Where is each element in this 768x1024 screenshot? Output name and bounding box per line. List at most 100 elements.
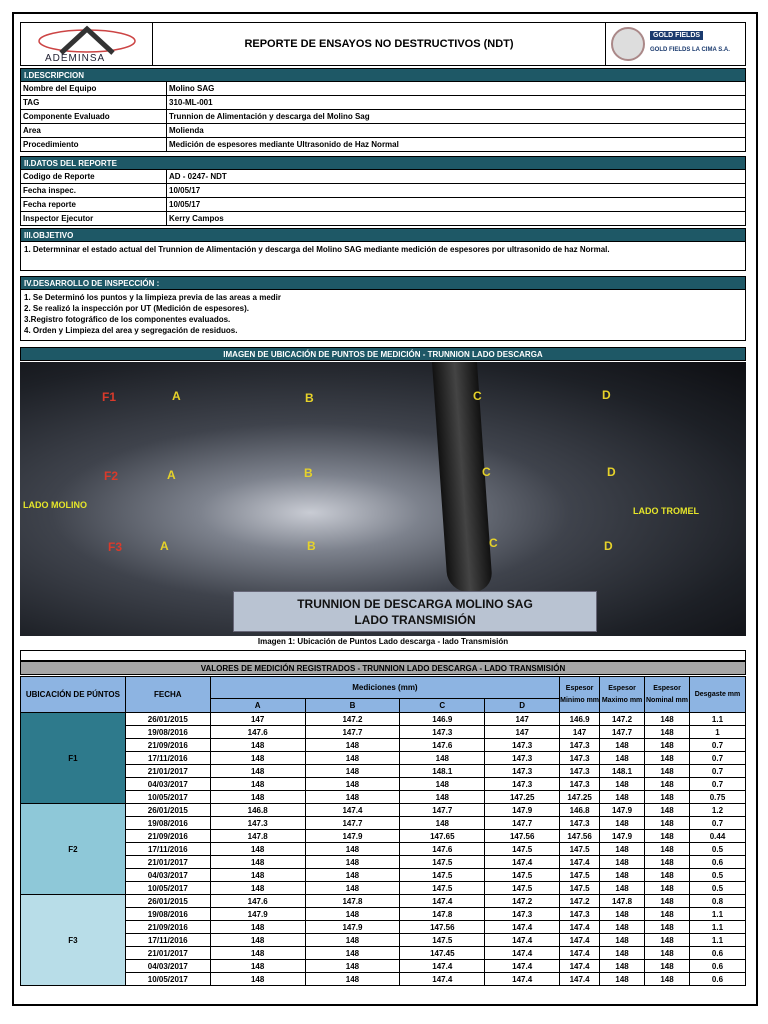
field-label: Fecha reporte <box>21 198 167 211</box>
point-b: B <box>307 539 316 553</box>
location-cell: F1 <box>20 712 126 804</box>
table-cell: 148 <box>599 907 646 921</box>
table-cell: 147.7 <box>304 725 401 739</box>
table-cell: 148 <box>304 959 401 973</box>
table-cell: 147.8 <box>304 894 401 908</box>
point-d: D <box>602 388 611 402</box>
table-cell: 147.6 <box>209 894 306 908</box>
table-cell: 19/08/2016 <box>124 816 211 830</box>
row-label-f3: F3 <box>108 540 123 554</box>
table-cell: 21/09/2016 <box>124 920 211 934</box>
table-cell: 148 <box>644 959 690 973</box>
field-value: 10/05/17 <box>169 200 201 209</box>
table-row: 21/01/2017 148 148 147.5 147.4 147.4 148 148 0.6 <box>21 855 747 869</box>
table-cell: 19/08/2016 <box>124 725 211 739</box>
table-row: F2 26/01/2015 146.8 147.4 147.7 147.9 146.8 147… <box>20 803 747 895</box>
table-cell: 10/05/2017 <box>124 972 211 986</box>
table-cell: 148 <box>304 907 401 921</box>
table-cell: 148 <box>644 868 690 882</box>
descripcion-row: Nombre del Equipo Molino SAG <box>20 82 746 96</box>
table-cell: 147.3 <box>484 751 561 765</box>
datos-row: Inspector Ejecutor Kerry Campos <box>20 212 746 226</box>
table-cell: 147.7 <box>599 725 646 739</box>
table-cell: 147.6 <box>209 725 306 739</box>
table-cell: 147.4 <box>399 959 486 973</box>
table-cell: 26/01/2015 <box>124 894 211 908</box>
table-cell: 147.3 <box>399 725 486 739</box>
table-cell: 147.2 <box>559 894 601 908</box>
table-cell: 10/05/2017 <box>124 881 211 895</box>
table-cell: 0.6 <box>688 946 747 960</box>
table-cell: 1.1 <box>688 712 747 726</box>
table-cell: 147.56 <box>484 829 561 843</box>
table-cell: 148 <box>599 920 646 934</box>
desarrollo-list: 1. Se Determinó los puntos y la limpieza… <box>20 289 746 341</box>
table-cell: 0.7 <box>688 816 747 830</box>
descripcion-row: Componente Evaluado Trunnion de Alimentac… <box>20 110 746 124</box>
table-cell: 147.4 <box>484 933 561 947</box>
table-cell: 147.4 <box>559 959 601 973</box>
table-cell: 148 <box>644 907 690 921</box>
table-cell: 0.6 <box>688 855 747 869</box>
table-cell: 148 <box>644 946 690 960</box>
table-cell: 0.44 <box>688 829 747 843</box>
table-cell: 147.7 <box>304 816 401 830</box>
table-cell: 147.7 <box>484 816 561 830</box>
table-cell: 148 <box>599 842 646 856</box>
table-row: 10/05/2017 148 148 148 147.25 147.25 148 148 0.7… <box>21 790 747 804</box>
table-cell: 0.7 <box>688 764 747 778</box>
table-cell: 148 <box>304 933 401 947</box>
table-cell: 147.9 <box>209 907 306 921</box>
header-mediciones: Mediciones (mm) <box>209 676 561 699</box>
field-value: Medición de espesores mediante Ultrasoni… <box>169 140 399 149</box>
table-cell: 147.3 <box>484 907 561 921</box>
table-cell: 147 <box>484 725 561 739</box>
table-cell: 147.8 <box>209 829 306 843</box>
table-cell: 0.6 <box>688 959 747 973</box>
table-cell: 0.7 <box>688 777 747 791</box>
table-cell: 148 <box>399 751 486 765</box>
table-cell: 148 <box>209 777 306 791</box>
table-cell: 148 <box>209 738 306 752</box>
field-label: Inspector Ejecutor <box>21 212 167 225</box>
table-cell: 148 <box>599 738 646 752</box>
table-cell: 148 <box>644 777 690 791</box>
table-cell: 1.2 <box>688 803 747 817</box>
table-cell: 148 <box>209 972 306 986</box>
page-title: REPORTE DE ENSAYOS NO DESTRUCTIVOS (NDT) <box>244 38 514 50</box>
table-cell: 147.25 <box>484 790 561 804</box>
table-row: 04/03/2017 148 148 148 147.3 147.3 148 148 0.7 <box>21 777 747 791</box>
table-cell: 148 <box>209 842 306 856</box>
table-cell: 148 <box>304 868 401 882</box>
ademinsa-logo: ADEMINSA <box>21 23 153 65</box>
table-cell: 147.4 <box>399 894 486 908</box>
table-cell: 0.7 <box>688 751 747 765</box>
header-c: C <box>399 698 486 713</box>
table-cell: 148 <box>399 777 486 791</box>
table-cell: 148 <box>599 881 646 895</box>
table-row: 21/09/2016 148 148 147.6 147.3 147.3 148 148 0.7 <box>21 738 747 752</box>
image-caption: Imagen 1: Ubicación de Puntos Lado desca… <box>257 637 509 646</box>
point-a: A <box>172 389 181 403</box>
table-cell: 148 <box>304 855 401 869</box>
table-cell: 1 <box>688 725 747 739</box>
table-cell: 147.4 <box>304 803 401 817</box>
table-cell: 148 <box>644 725 690 739</box>
field-label: Codigo de Reporte <box>21 170 167 183</box>
table-cell: 147.3 <box>559 738 601 752</box>
table-cell: 148 <box>599 790 646 804</box>
table-row: 21/09/2016 147.8 147.9 147.65 147.56 147.56 14… <box>21 829 747 843</box>
trunnion-photo: F1 F2 F3 A B C D A B C D A B C D LADO MO… <box>20 362 746 636</box>
field-label: Procedimiento <box>21 138 167 151</box>
table-cell: 146.9 <box>399 712 486 726</box>
table-cell: 148 <box>644 972 690 986</box>
table-cell: 148 <box>599 933 646 947</box>
table-cell: 148 <box>599 972 646 986</box>
table-row: 17/11/2016 148 148 147.6 147.5 147.5 148 148 0.5 <box>21 842 747 856</box>
table-cell: 148 <box>209 764 306 778</box>
table-cell: 147.3 <box>209 816 306 830</box>
table-cell: 147.25 <box>559 790 601 804</box>
table-cell: 148 <box>304 738 401 752</box>
banner-line2: LADO TRANSMISIÓN <box>354 613 476 627</box>
table-cell: 148 <box>644 829 690 843</box>
